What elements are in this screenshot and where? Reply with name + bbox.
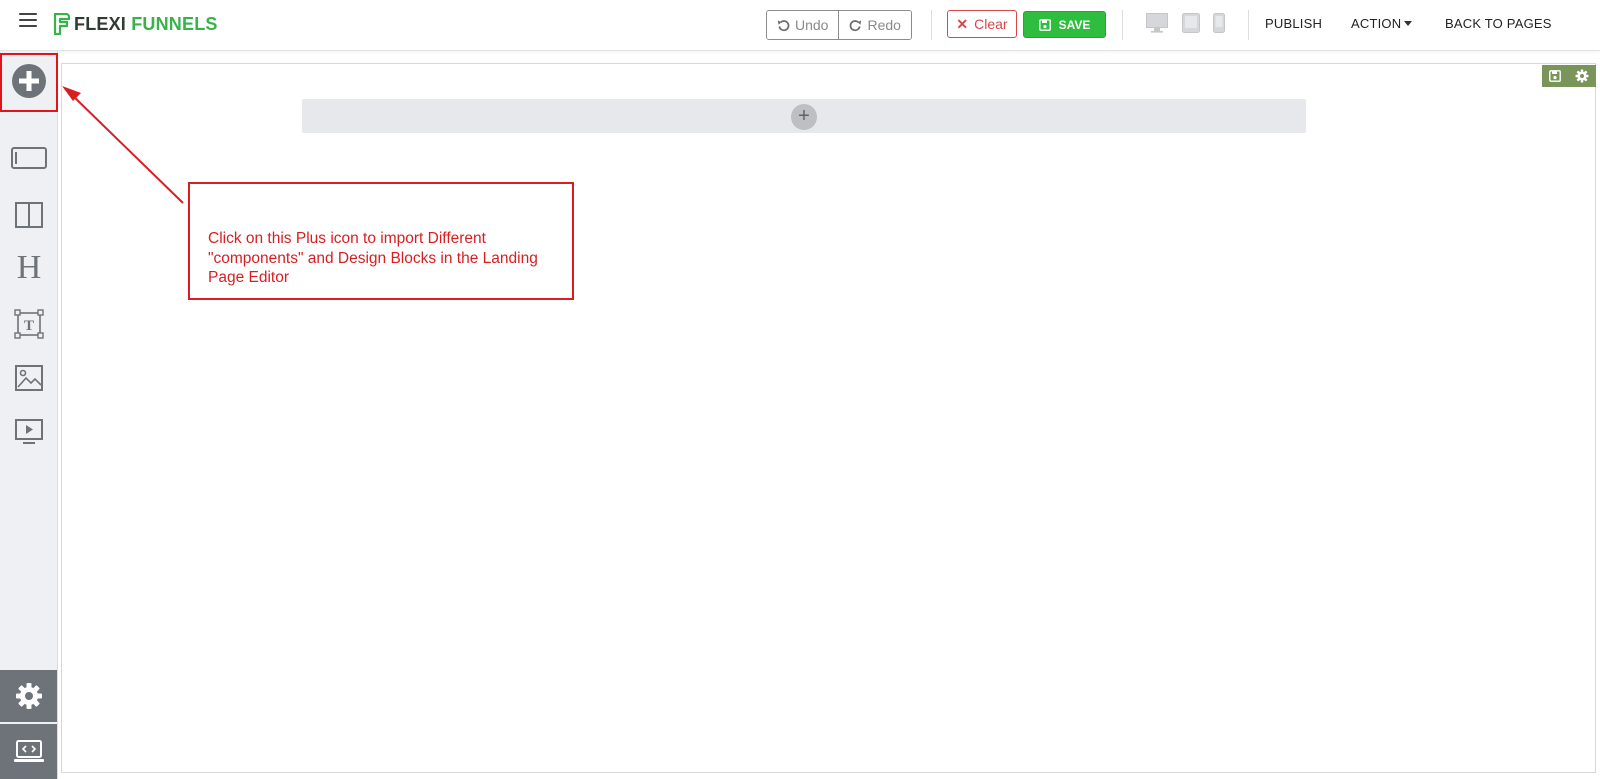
top-toolbar: FLEXI FUNNELS Undo Redo ✕ Clear SAVE PUB… — [0, 0, 1600, 51]
section-icon — [10, 147, 47, 169]
back-to-pages-link[interactable]: BACK TO PAGES — [1445, 16, 1552, 31]
columns-tool[interactable] — [0, 195, 57, 235]
left-sidebar: H T — [0, 51, 58, 779]
heading-icon: H — [16, 251, 41, 283]
toolbar-divider — [1122, 10, 1123, 40]
heading-tool[interactable]: H — [0, 247, 57, 287]
floppy-disk-icon — [1038, 18, 1051, 31]
columns-icon — [14, 202, 43, 228]
plus-circle-icon — [11, 64, 46, 98]
close-icon: ✕ — [956, 15, 969, 32]
toolbar-divider — [931, 10, 932, 40]
logo-word-funnels: FUNNELS — [131, 13, 218, 34]
toolbar-divider — [1248, 10, 1249, 40]
redo-label: Redo — [867, 17, 901, 33]
redo-button[interactable]: Redo — [838, 11, 911, 39]
add-section-button[interactable]: + — [791, 104, 817, 130]
tablet-icon[interactable] — [1182, 13, 1200, 33]
clear-label: Clear — [974, 16, 1008, 32]
save-button[interactable]: SAVE — [1023, 11, 1106, 38]
code-icon — [13, 739, 44, 762]
settings-icon — [15, 683, 42, 709]
undo-label: Undo — [795, 17, 829, 33]
save-label: SAVE — [1058, 17, 1091, 32]
annotation-text: Click on this Plus icon to import Differ… — [208, 230, 538, 286]
text-tool[interactable]: T — [0, 304, 57, 344]
text-box-icon: T — [13, 309, 44, 339]
add-component-button[interactable] — [0, 59, 57, 103]
undo-icon — [777, 19, 790, 31]
save-icon[interactable] — [1549, 70, 1561, 82]
redo-icon — [850, 19, 862, 31]
action-label: ACTION — [1351, 16, 1402, 31]
svg-text:H: H — [16, 251, 41, 283]
image-icon — [14, 365, 43, 391]
gear-icon[interactable] — [1575, 69, 1589, 83]
history-button-group: Undo Redo — [766, 10, 912, 40]
clear-button[interactable]: ✕ Clear — [947, 10, 1017, 38]
publish-link[interactable]: PUBLISH — [1265, 16, 1322, 31]
row-tools — [1542, 65, 1596, 87]
video-icon — [14, 419, 43, 444]
mobile-icon[interactable] — [1213, 13, 1225, 33]
svg-text:T: T — [23, 318, 33, 334]
undo-button[interactable]: Undo — [767, 11, 839, 39]
menu-icon[interactable] — [19, 13, 37, 29]
settings-button[interactable] — [0, 670, 57, 722]
image-tool[interactable] — [0, 358, 57, 398]
action-dropdown[interactable]: ACTION — [1351, 16, 1413, 31]
video-tool[interactable] — [0, 412, 57, 452]
caret-down-icon — [1404, 21, 1413, 27]
section-tool[interactable] — [0, 138, 57, 178]
page-canvas[interactable] — [61, 63, 1596, 773]
desktop-icon[interactable] — [1146, 13, 1168, 33]
logo-mark-icon — [53, 13, 70, 35]
logo-word-flexi: FLEXI — [74, 13, 127, 34]
code-button[interactable] — [0, 724, 57, 779]
logo: FLEXI FUNNELS — [52, 12, 218, 36]
